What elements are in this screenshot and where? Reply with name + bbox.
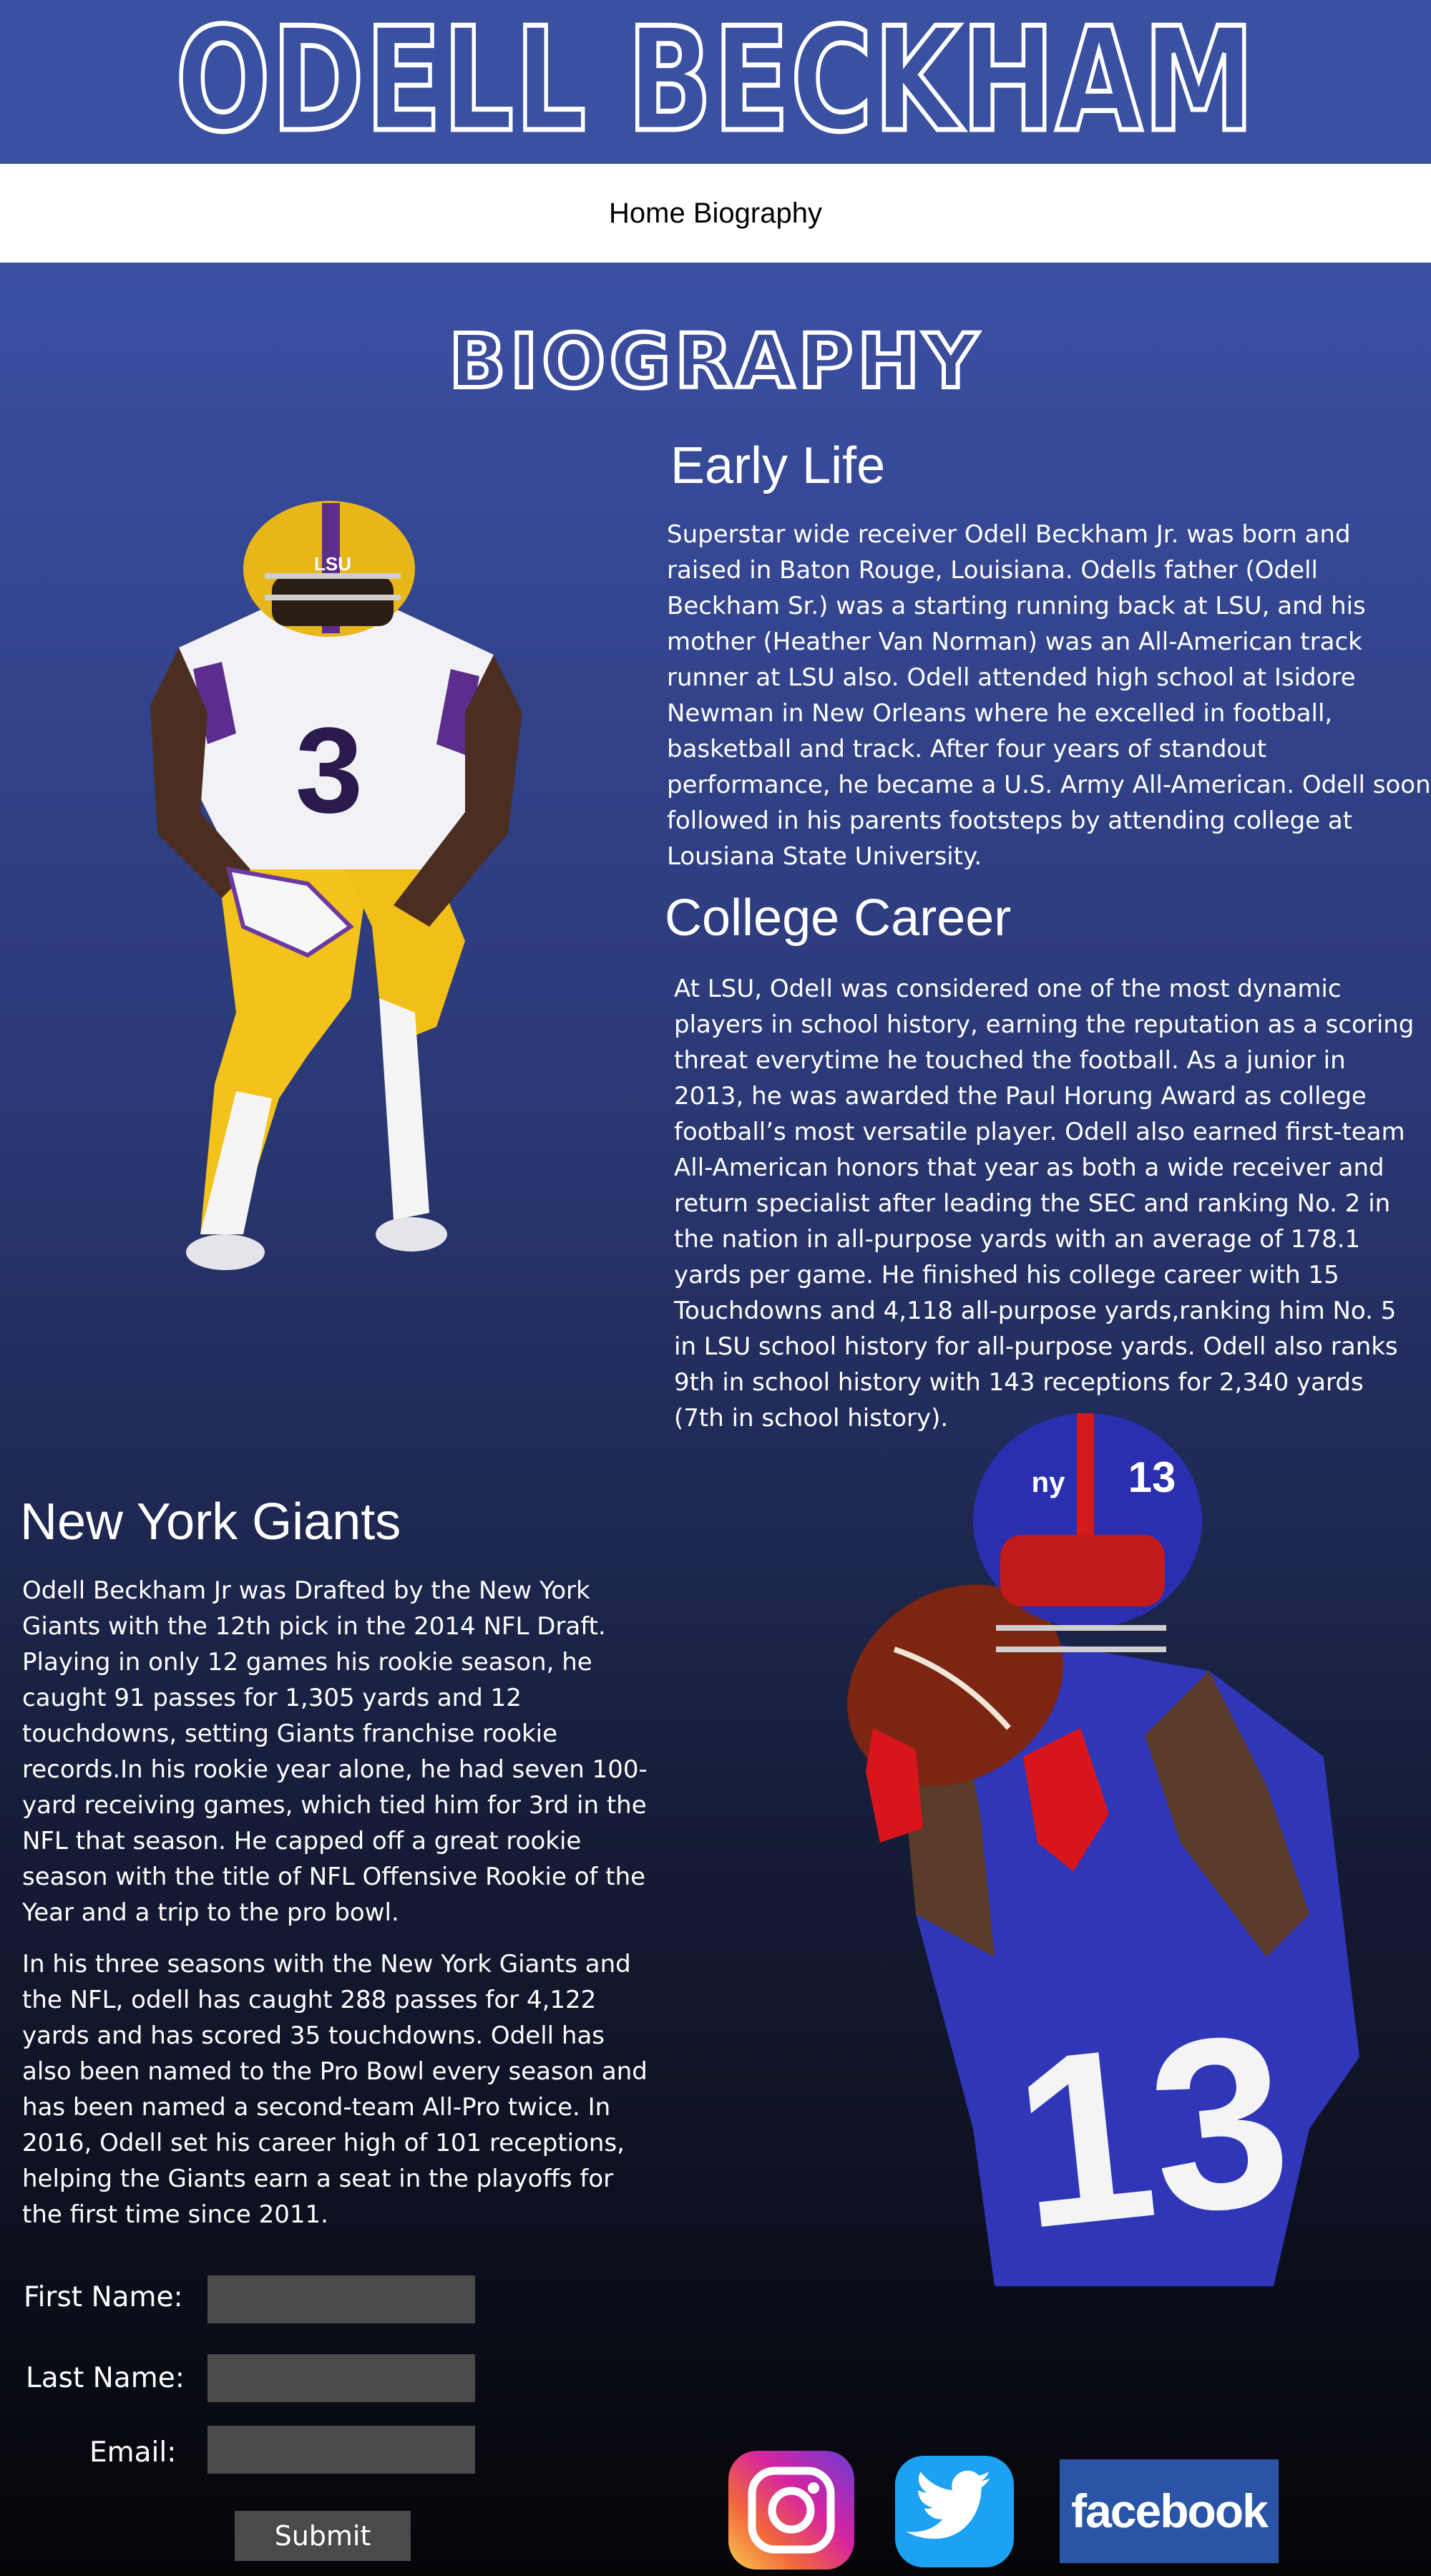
submit-button[interactable]: Submit: [235, 2511, 411, 2561]
early-life-text: Superstar wide receiver Odell Beckham Jr…: [667, 520, 1431, 871]
lsu-jersey-number: 3: [296, 703, 363, 839]
giants-text-2: In his three seasons with the New York G…: [22, 1950, 648, 2229]
college-career-heading: College Career: [665, 889, 1012, 947]
giants-helmet-number: 13: [1128, 1453, 1176, 1501]
giants-text-1: Odell Beckham Jr was Drafted by the New …: [22, 1576, 648, 1927]
facebook-icon[interactable]: facebook: [1060, 2459, 1279, 2563]
nav-link-home[interactable]: Home: [609, 197, 685, 229]
instagram-icon[interactable]: [728, 2451, 854, 2570]
lsu-player-image: 3 LSU: [150, 501, 522, 1270]
college-career-text: At LSU, Odell was considered one of the …: [674, 975, 1415, 1433]
giants-player-image: 13 ny 13: [847, 1413, 1359, 2286]
instagram-glyph: [748, 2467, 835, 2554]
giants-logo-text: ny: [1032, 1467, 1065, 1498]
email-label: Email:: [89, 2436, 177, 2469]
giants-jersey-number: 13: [1003, 1981, 1301, 2280]
nav-bar: Home Biography: [0, 164, 1431, 263]
nav-link-biography[interactable]: Biography: [693, 197, 822, 229]
email-input[interactable]: [207, 2426, 475, 2474]
facebook-wordmark: facebook: [1071, 2484, 1269, 2537]
first-name-input[interactable]: [207, 2275, 475, 2323]
last-name-label: Last Name:: [26, 2362, 185, 2394]
lsu-helmet-text: LSU: [314, 553, 351, 575]
first-name-label: First Name:: [24, 2281, 183, 2313]
last-name-input[interactable]: [207, 2354, 475, 2402]
giants-heading: New York Giants: [20, 1493, 401, 1551]
twitter-glyph: [906, 2470, 990, 2539]
site-header: ODELL BECKHAM JR.: [0, 0, 1431, 326]
early-life-heading: Early Life: [670, 437, 886, 494]
nav-links: Home Biography: [0, 164, 1431, 263]
twitter-icon[interactable]: [895, 2456, 1014, 2567]
page-title: BIOGRAPHY: [447, 316, 982, 406]
